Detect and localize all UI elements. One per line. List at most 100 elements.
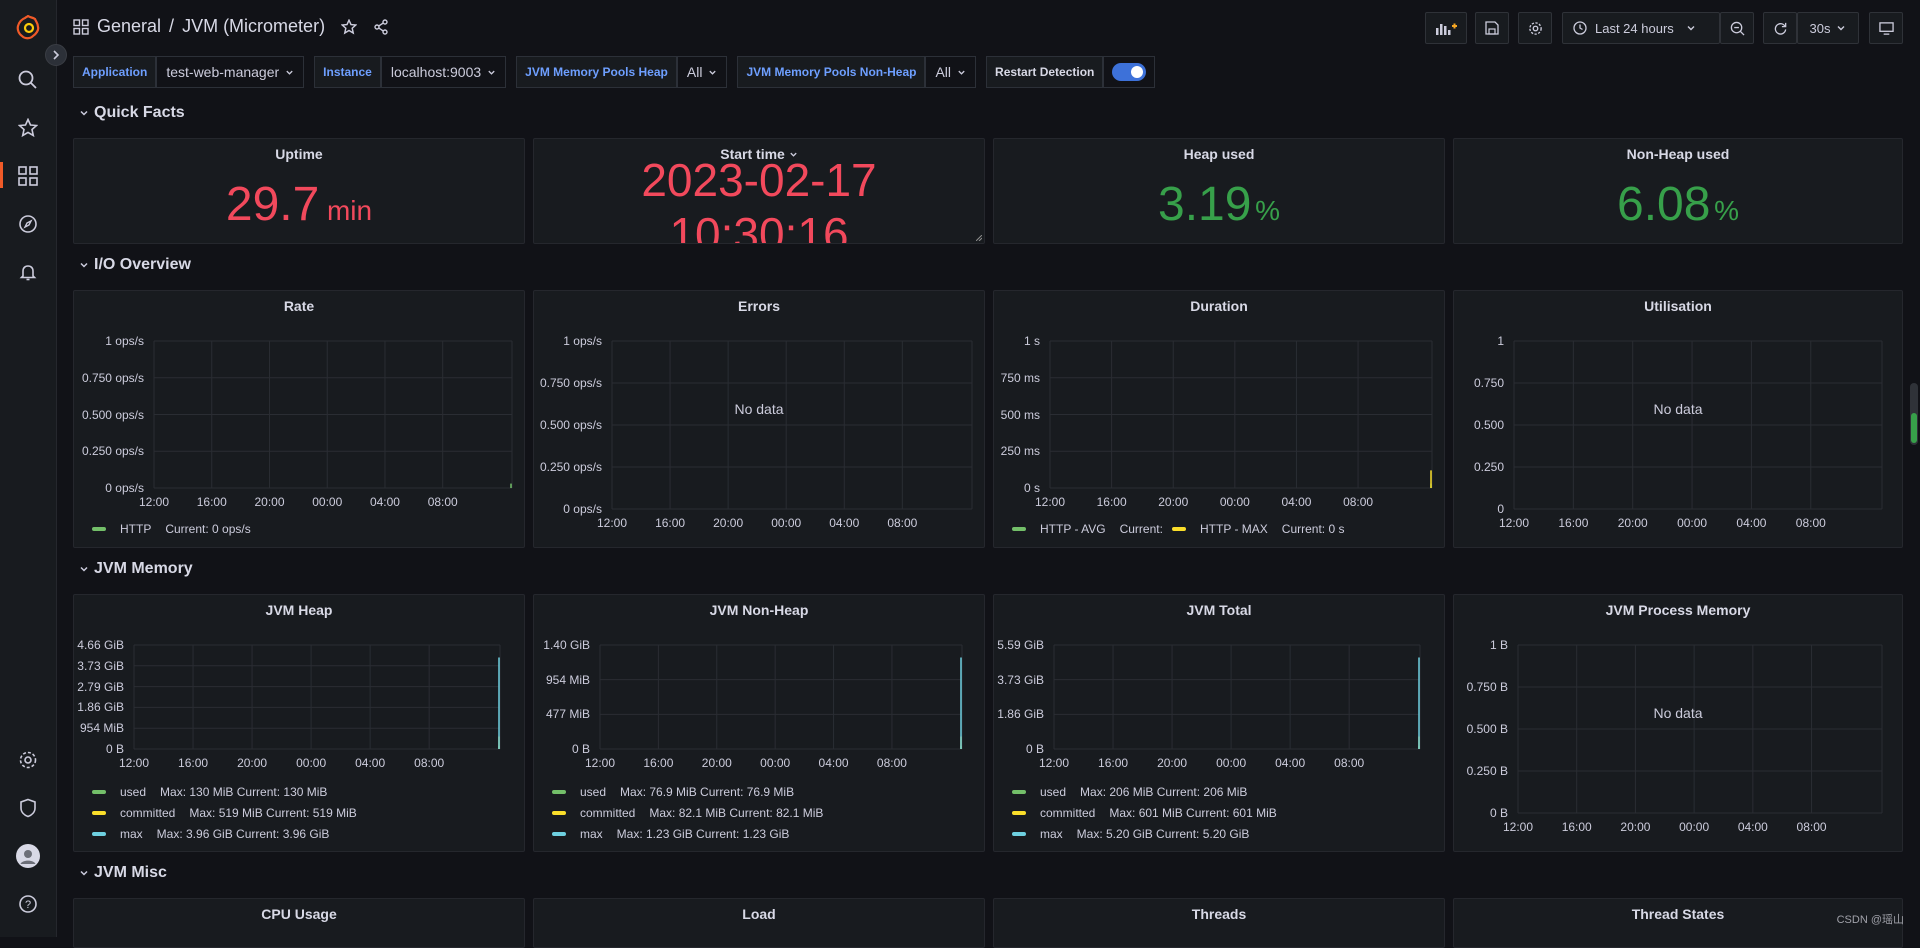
chevron-down-icon bbox=[708, 68, 717, 77]
chevron-down-icon bbox=[957, 68, 966, 77]
row-jvm-misc[interactable]: JVM Misc bbox=[79, 864, 167, 882]
panel-duration[interactable]: Duration1 s750 ms500 ms250 ms0 s12:0016:… bbox=[993, 290, 1445, 548]
user-avatar[interactable] bbox=[14, 842, 42, 870]
var-select-heap-pools[interactable]: All bbox=[677, 56, 728, 88]
panel-title: Utilisation bbox=[1454, 298, 1902, 314]
legend-item[interactable]: usedMax: 130 MiB Current: 130 MiB bbox=[92, 785, 327, 799]
star-icon[interactable] bbox=[14, 114, 42, 142]
legend-item[interactable]: maxMax: 1.23 GiB Current: 1.23 GiB bbox=[552, 827, 789, 841]
panel-errors[interactable]: Errors1 ops/s0.750 ops/s0.500 ops/s0.250… bbox=[533, 290, 985, 548]
row-title-jvm-misc: JVM Misc bbox=[94, 864, 167, 882]
legend-item[interactable]: maxMax: 5.20 GiB Current: 5.20 GiB bbox=[1012, 827, 1249, 841]
legend-stats: Max: 82.1 MiB Current: 82.1 MiB bbox=[649, 806, 823, 820]
favorite-star-icon[interactable] bbox=[341, 19, 357, 35]
refresh-button[interactable] bbox=[1763, 12, 1797, 44]
x-tick-label: 20:00 bbox=[1618, 516, 1648, 530]
dashboard-title[interactable]: JVM (Micrometer) bbox=[182, 16, 325, 37]
panel-start-time[interactable]: Start time 2023-02-17 10:30:16 bbox=[533, 138, 985, 244]
legend-item[interactable]: usedMax: 76.9 MiB Current: 76.9 MiB bbox=[552, 785, 794, 799]
x-tick-label: 12:00 bbox=[585, 756, 615, 770]
panel-thread-states[interactable]: Thread States bbox=[1453, 898, 1903, 948]
panel-heap-used[interactable]: Heap used 3.19 % bbox=[993, 138, 1445, 244]
legend-item[interactable]: usedMax: 206 MiB Current: 206 MiB bbox=[1012, 785, 1247, 799]
legend-item[interactable]: maxMax: 3.96 GiB Current: 3.96 GiB bbox=[92, 827, 329, 841]
var-label-restart-detection: Restart Detection bbox=[986, 56, 1103, 88]
legend-item[interactable]: committedMax: 82.1 MiB Current: 82.1 MiB bbox=[552, 806, 823, 820]
panel-cpu-usage[interactable]: CPU Usage bbox=[73, 898, 525, 948]
x-tick-label: 16:00 bbox=[655, 516, 685, 530]
dashboards-icon[interactable] bbox=[14, 162, 42, 190]
y-tick-label: 1 s bbox=[1024, 334, 1040, 348]
y-tick-label: 750 ms bbox=[1001, 371, 1040, 385]
restart-detection-switch[interactable] bbox=[1103, 56, 1155, 88]
x-tick-label: 00:00 bbox=[1679, 820, 1709, 834]
panel-nonheap-used[interactable]: Non-Heap used 6.08 % bbox=[1453, 138, 1903, 244]
var-select-instance[interactable]: localhost:9003 bbox=[381, 56, 506, 88]
var-select-nonheap-pools[interactable]: All bbox=[925, 56, 976, 88]
panel-rate[interactable]: Rate1 ops/s0.750 ops/s0.500 ops/s0.250 o… bbox=[73, 290, 525, 548]
chevron-right-icon bbox=[51, 50, 61, 60]
legend-swatch bbox=[552, 811, 566, 815]
panel-jvm-total[interactable]: JVM Total5.59 GiB3.73 GiB1.86 GiB0 B12:0… bbox=[993, 594, 1445, 852]
legend-swatch bbox=[1172, 527, 1186, 531]
toggle-knob[interactable] bbox=[1112, 63, 1146, 81]
panel-utilisation[interactable]: Utilisation10.7500.5000.250012:0016:0020… bbox=[1453, 290, 1903, 548]
var-select-application[interactable]: test-web-manager bbox=[156, 56, 304, 88]
explore-compass-icon[interactable] bbox=[14, 210, 42, 238]
panel-threads[interactable]: Threads bbox=[993, 898, 1445, 948]
breadcrumb-folder[interactable]: General bbox=[97, 16, 161, 37]
chevron-down-icon bbox=[79, 564, 89, 574]
help-icon[interactable]: ? bbox=[14, 890, 42, 918]
row-jvm-memory[interactable]: JVM Memory bbox=[79, 560, 193, 578]
alerting-bell-icon[interactable] bbox=[14, 258, 42, 286]
x-tick-label: 04:00 bbox=[1281, 495, 1311, 509]
resize-handle-icon[interactable] bbox=[976, 235, 982, 241]
panel-jvm-process-memory[interactable]: JVM Process Memory1 B0.750 B0.500 B0.250… bbox=[1453, 594, 1903, 852]
add-panel-button[interactable] bbox=[1425, 12, 1467, 44]
x-tick-label: 16:00 bbox=[643, 756, 673, 770]
panel-load[interactable]: Load bbox=[533, 898, 985, 948]
legend-item[interactable]: HTTPCurrent: 0 ops/s bbox=[92, 522, 251, 536]
legend-item[interactable]: committedMax: 601 MiB Current: 601 MiB bbox=[1012, 806, 1277, 820]
zoom-out-button[interactable] bbox=[1720, 12, 1754, 44]
legend-swatch bbox=[1012, 811, 1026, 815]
panel-jvm-heap[interactable]: JVM Heap4.66 GiB3.73 GiB2.79 GiB1.86 GiB… bbox=[73, 594, 525, 852]
legend-stats: Max: 5.20 GiB Current: 5.20 GiB bbox=[1077, 827, 1250, 841]
configuration-gear-icon[interactable] bbox=[14, 746, 42, 774]
row-title-jvm-memory: JVM Memory bbox=[94, 560, 193, 578]
x-tick-label: 16:00 bbox=[1097, 495, 1127, 509]
legend-swatch bbox=[1012, 790, 1026, 794]
row-quick-facts[interactable]: Quick Facts bbox=[79, 104, 185, 122]
dashboard-settings-button[interactable] bbox=[1518, 12, 1552, 44]
y-tick-label: 0.500 ops/s bbox=[540, 418, 602, 432]
x-tick-label: 04:00 bbox=[370, 495, 400, 509]
x-tick-label: 16:00 bbox=[1562, 820, 1592, 834]
y-tick-label: 0.250 ops/s bbox=[82, 444, 144, 458]
row-io-overview[interactable]: I/O Overview bbox=[79, 256, 191, 274]
expand-menu-button[interactable] bbox=[45, 44, 67, 66]
grafana-logo-icon[interactable] bbox=[14, 14, 42, 42]
panel-uptime[interactable]: Uptime 29.7 min bbox=[73, 138, 525, 244]
save-icon bbox=[1485, 21, 1499, 35]
x-tick-label: 16:00 bbox=[197, 495, 227, 509]
shield-icon[interactable] bbox=[14, 794, 42, 822]
view-mode-button[interactable] bbox=[1869, 12, 1903, 44]
time-range-picker[interactable]: Last 24 hours bbox=[1562, 12, 1720, 44]
search-icon[interactable] bbox=[14, 66, 42, 94]
y-tick-label: 4.66 GiB bbox=[77, 638, 124, 652]
panel-jvm-nonheap[interactable]: JVM Non-Heap1.40 GiB954 MiB477 MiB0 B12:… bbox=[533, 594, 985, 852]
x-tick-label: 04:00 bbox=[819, 756, 849, 770]
legend-item[interactable]: HTTP - AVGCurrent: bbox=[1012, 522, 1163, 536]
share-icon[interactable] bbox=[373, 19, 389, 35]
page-scrollbar[interactable] bbox=[1910, 383, 1918, 445]
panel-title: JVM Total bbox=[994, 602, 1444, 618]
y-tick-label: 1 B bbox=[1490, 638, 1508, 652]
y-tick-label: 1.40 GiB bbox=[543, 638, 590, 652]
save-dashboard-button[interactable] bbox=[1475, 12, 1509, 44]
legend-item[interactable]: committedMax: 519 MiB Current: 519 MiB bbox=[92, 806, 357, 820]
svg-text:?: ? bbox=[25, 899, 31, 911]
refresh-interval-picker[interactable]: 30s bbox=[1797, 12, 1859, 44]
legend-item[interactable]: HTTP - MAXCurrent: 0 s bbox=[1172, 522, 1344, 536]
legend-stats: Current: bbox=[1120, 522, 1163, 536]
panel-title: JVM Heap bbox=[74, 602, 524, 618]
